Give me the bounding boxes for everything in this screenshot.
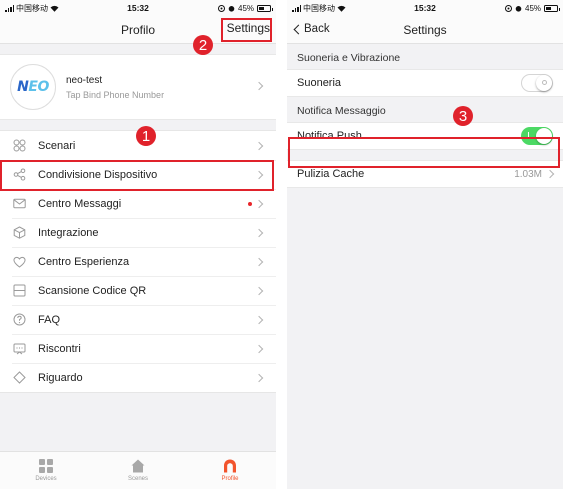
carrier-label: 中国移动	[303, 3, 335, 13]
wifi-icon	[337, 5, 346, 12]
grid-icon	[39, 459, 53, 473]
step-badge-3: 3	[453, 106, 473, 126]
diamond-icon	[12, 371, 26, 385]
tab-label: Profile	[221, 476, 239, 482]
tab-devices[interactable]: Devices	[0, 452, 92, 489]
profile-icon	[224, 459, 236, 473]
chevron-right-icon	[254, 257, 264, 266]
chevron-right-icon	[254, 228, 264, 237]
status-bar: 中国移动 15:32 45%	[287, 0, 563, 16]
status-time: 15:32	[127, 3, 149, 13]
setting-row-pulizia-cache[interactable]: Pulizia Cache 1.03M	[287, 160, 563, 188]
menu-item-label: Centro Messaggi	[38, 197, 122, 210]
menu-item-centro-esperienza[interactable]: Centro Esperienza	[0, 247, 276, 276]
setting-row-suoneria: Suoneria	[287, 69, 563, 97]
menu-item-label: Riguardo	[38, 371, 83, 384]
spacer	[287, 150, 563, 160]
chevron-right-icon	[254, 170, 264, 179]
home-icon	[131, 459, 145, 473]
suoneria-toggle[interactable]	[521, 74, 553, 92]
chevron-right-icon	[254, 199, 264, 208]
neo-logo: NEO	[17, 79, 49, 95]
back-button[interactable]: Back	[293, 23, 330, 35]
tab-scenes[interactable]: Scenes	[92, 452, 184, 489]
alarm-icon	[228, 5, 235, 12]
menu-item-riscontri[interactable]: Riscontri	[0, 334, 276, 363]
menu-item-label: Integrazione	[38, 226, 99, 239]
setting-label: Pulizia Cache	[297, 168, 365, 180]
chevron-right-icon	[545, 169, 555, 179]
status-time: 15:32	[414, 3, 436, 13]
battery-icon	[257, 4, 274, 12]
cube-icon	[12, 226, 26, 240]
location-icon	[218, 4, 225, 12]
chevron-right-icon	[254, 81, 264, 91]
setting-label: Suoneria	[297, 77, 342, 89]
status-bar: 中国移动 15:32 45%	[0, 0, 276, 16]
menu-item-label: Condivisione Dispositivo	[38, 168, 158, 181]
profile-menu-list: Scenari Condivisione Dispositivo Centro …	[0, 130, 276, 393]
navigation-bar: Back Settings	[287, 16, 563, 44]
navigation-bar: Profilo Settings	[0, 16, 276, 44]
bind-phone-hint: Tap Bind Phone Number	[66, 89, 165, 100]
menu-item-condivisione-dispositivo[interactable]: Condivisione Dispositivo	[0, 160, 276, 189]
chevron-right-icon	[254, 315, 264, 324]
tab-profile[interactable]: Profile	[184, 452, 276, 489]
menu-item-riguardo[interactable]: Riguardo	[0, 363, 276, 392]
step-badge-2: 2	[193, 35, 213, 55]
cache-size: 1.03M	[514, 168, 542, 180]
spacer	[0, 44, 276, 54]
battery-icon	[544, 4, 561, 12]
page-title: Profilo	[120, 22, 155, 37]
signal-icon	[5, 4, 14, 12]
user-profile-card[interactable]: NEO neo-test Tap Bind Phone Number	[0, 54, 276, 120]
chevron-right-icon	[254, 373, 264, 382]
profile-screen: 中国移动 15:32 45% Profilo Settings NEO neo-…	[0, 0, 276, 489]
wifi-icon	[50, 5, 59, 12]
chevron-right-icon	[254, 141, 264, 150]
step-badge-1: 1	[136, 126, 156, 146]
chevron-right-icon	[254, 344, 264, 353]
battery-percent: 45%	[238, 3, 255, 13]
user-name: neo-test	[66, 74, 103, 86]
chevron-right-icon	[254, 286, 264, 295]
menu-item-centro-messaggi[interactable]: Centro Messaggi	[0, 189, 276, 218]
tab-bar: Devices Scenes Profile	[0, 451, 276, 489]
tab-label: Devices	[35, 476, 57, 482]
location-icon	[505, 4, 512, 12]
feedback-icon	[12, 342, 26, 356]
battery-percent: 45%	[525, 3, 542, 13]
unread-dot	[248, 201, 252, 206]
setting-label: Notifica Push	[297, 130, 362, 142]
notifica-push-toggle[interactable]	[521, 127, 553, 145]
scenes-icon	[12, 139, 26, 153]
heart-icon	[12, 255, 26, 269]
menu-item-label: FAQ	[38, 313, 61, 326]
page-title: Settings	[403, 22, 447, 37]
menu-item-faq[interactable]: FAQ	[0, 305, 276, 334]
menu-item-label: Centro Esperienza	[38, 255, 130, 268]
chevron-left-icon	[293, 24, 304, 34]
scan-icon	[12, 284, 26, 298]
section-header-suoneria: Suoneria e Vibrazione	[287, 44, 563, 69]
mail-icon	[12, 197, 26, 211]
tab-label: Scenes	[127, 476, 148, 482]
section-header-notifica: Notifica Messaggio	[287, 97, 563, 122]
menu-item-label: Scansione Codice QR	[38, 284, 147, 297]
question-icon	[12, 313, 26, 327]
menu-item-integrazione[interactable]: Integrazione	[0, 218, 276, 247]
alarm-icon	[515, 5, 522, 12]
menu-item-label: Riscontri	[38, 342, 81, 355]
settings-screen: 中国移动 15:32 45% Back Settings Suoneria e …	[287, 0, 563, 489]
back-label: Back	[304, 23, 330, 35]
menu-item-scansione-codice-qr[interactable]: Scansione Codice QR	[0, 276, 276, 305]
signal-icon	[292, 4, 301, 12]
avatar: NEO	[10, 64, 56, 110]
setting-row-notifica-push: Notifica Push	[287, 122, 563, 150]
settings-button[interactable]: Settings	[227, 21, 270, 35]
carrier-label: 中国移动	[16, 3, 48, 13]
share-icon	[12, 168, 26, 182]
